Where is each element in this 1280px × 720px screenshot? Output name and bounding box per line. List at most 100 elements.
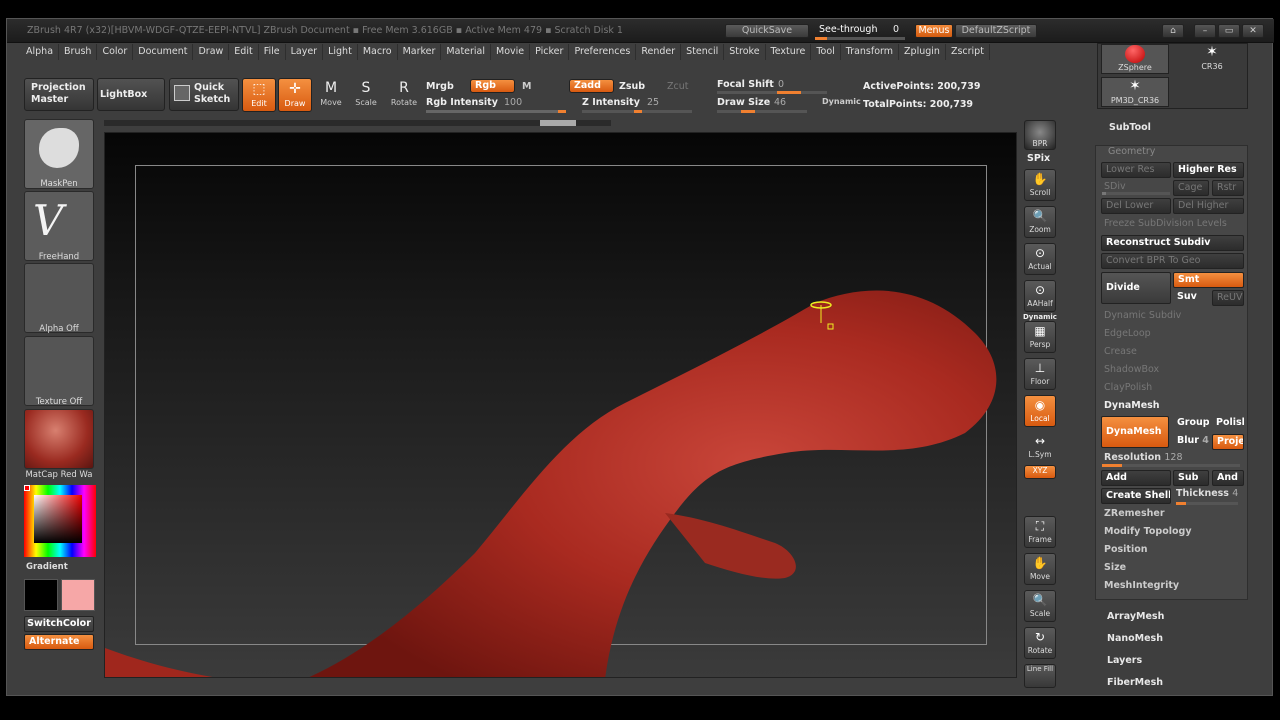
spix-label[interactable]: SPix [1027,153,1050,164]
sdiv-slider[interactable] [1102,192,1170,195]
rotate-button[interactable]: R Rotate [387,78,421,112]
quick-sketch-button[interactable]: Quick Sketch [169,78,239,111]
lsym-button[interactable]: ↔ L.Sym [1024,432,1056,464]
zoom-button[interactable]: 🔍 Zoom [1024,206,1056,238]
smt-button[interactable]: Smt [1173,272,1244,288]
local-button[interactable]: ◉ Local [1024,395,1056,427]
frame-button[interactable]: ⛶ Frame [1024,516,1056,548]
default-zscript-button[interactable]: DefaultZScript [955,24,1037,38]
menu-preferences[interactable]: Preferences [569,44,637,60]
menu-texture[interactable]: Texture [766,44,812,60]
rgb-button[interactable]: Rgb [470,79,515,93]
polish-button[interactable]: Polish [1212,416,1244,432]
edgeloop-section[interactable]: EdgeLoop [1104,328,1151,339]
alternate-button[interactable]: Alternate [24,634,94,650]
lower-res-button[interactable]: Lower Res [1101,162,1171,178]
linefill-button[interactable]: Line Fill [1024,664,1056,688]
menu-layer[interactable]: Layer [286,44,324,60]
zcut-button[interactable]: Zcut [667,81,688,92]
floor-button[interactable]: ⊥ Floor [1024,358,1056,390]
dynamesh-section[interactable]: DynaMesh [1104,400,1160,411]
persp-button[interactable]: ▦ Persp [1024,321,1056,353]
geometry-title[interactable]: Geometry [1108,146,1155,157]
size-section[interactable]: Size [1104,562,1126,573]
mrgb-button[interactable]: Mrgb [426,81,454,92]
pm3d-cr36-tool[interactable]: ✶ PM3D_CR36 [1101,77,1169,107]
menu-color[interactable]: Color [97,44,134,60]
texture-slot[interactable] [24,336,94,406]
scale-view-button[interactable]: 🔍 Scale [1024,590,1056,622]
meshintegrity-section[interactable]: MeshIntegrity [1104,580,1179,591]
dynamic-persp-label[interactable]: Dynamic [1023,313,1057,321]
group-button[interactable]: Group [1173,416,1209,432]
quicksave-button[interactable]: QuickSave [725,24,809,38]
cr36-tool[interactable]: ✶ CR36 [1178,44,1246,74]
higher-res-button[interactable]: Higher Res [1173,162,1244,178]
thickness-label[interactable]: Thickness 4 [1176,488,1238,499]
main-color-swatch[interactable] [24,579,58,611]
menu-zscript[interactable]: Zscript [946,44,990,60]
bpr-button[interactable]: BPR [1024,120,1056,150]
menu-file[interactable]: File [259,44,286,60]
switchcolor-button[interactable]: SwitchColor [24,616,94,632]
scroll-button[interactable]: ✋ Scroll [1024,169,1056,201]
subtool-section[interactable]: SubTool [1109,122,1151,133]
material-slot[interactable] [24,409,94,469]
freeze-subdivision-button[interactable]: Freeze SubDivision Levels [1104,218,1227,229]
resolution-label[interactable]: Resolution 128 [1104,452,1183,463]
menus-button[interactable]: Menus [915,24,953,38]
claypolish-section[interactable]: ClayPolish [1104,382,1152,393]
gradient-label[interactable]: Gradient [7,562,91,572]
sdiv-label[interactable]: SDiv [1104,181,1126,192]
m-button[interactable]: M [522,81,531,92]
actual-button[interactable]: ⊙ Actual [1024,243,1056,275]
menu-brush[interactable]: Brush [59,44,98,60]
nanomesh-section[interactable]: NanoMesh [1107,633,1163,644]
close-icon[interactable]: ✕ [1242,24,1264,38]
del-higher-button[interactable]: Del Higher [1173,198,1244,214]
zremesher-section[interactable]: ZRemesher [1104,508,1165,519]
crease-section[interactable]: Crease [1104,346,1137,357]
menu-picker[interactable]: Picker [530,44,570,60]
dynamic-toggle[interactable]: Dynamic [822,97,861,106]
menu-edit[interactable]: Edit [229,44,259,60]
alpha-slot[interactable] [24,263,94,333]
secondary-color-swatch[interactable] [61,579,95,611]
rgb-intensity-slider[interactable] [426,110,566,113]
maximize-icon[interactable]: ▭ [1218,24,1240,38]
add-button[interactable]: Add [1101,470,1171,486]
position-section[interactable]: Position [1104,544,1148,555]
projection-master-button[interactable]: Projection Master [24,78,94,111]
zsphere-tool[interactable]: ZSphere [1101,44,1169,74]
zsub-button[interactable]: Zsub [619,81,645,92]
menu-render[interactable]: Render [636,44,682,60]
draw-size-slider[interactable] [717,110,807,113]
help-icon[interactable]: ⌂ [1162,24,1184,38]
move-view-button[interactable]: ✋ Move [1024,553,1056,585]
see-through-slider[interactable] [815,37,905,40]
del-lower-button[interactable]: Del Lower [1101,198,1171,214]
modify-topology-section[interactable]: Modify Topology [1104,526,1192,537]
menu-tool[interactable]: Tool [811,44,841,60]
menu-material[interactable]: Material [441,44,492,60]
divide-button[interactable]: Divide [1101,272,1171,304]
rotate-view-button[interactable]: ↻ Rotate [1024,627,1056,659]
menu-macro[interactable]: Macro [358,44,398,60]
and-button[interactable]: And [1212,470,1244,486]
menu-zplugin[interactable]: Zplugin [899,44,946,60]
document-canvas[interactable] [104,132,1017,678]
thickness-slider[interactable] [1176,502,1238,505]
move-button[interactable]: M Move [314,78,348,112]
reuv-button[interactable]: ReUV [1212,290,1244,306]
arraymesh-section[interactable]: ArrayMesh [1107,611,1164,622]
zadd-button[interactable]: Zadd [569,79,614,93]
edit-button[interactable]: ⬚ Edit [242,78,276,112]
lizard-model[interactable] [105,133,1017,678]
create-shell-button[interactable]: Create Shell [1101,488,1171,504]
menu-draw[interactable]: Draw [193,44,230,60]
stroke-slot[interactable]: V [24,191,94,261]
dynamic-subdiv-section[interactable]: Dynamic Subdiv [1104,310,1181,321]
reconstruct-subdiv-button[interactable]: Reconstruct Subdiv [1101,235,1244,251]
menu-movie[interactable]: Movie [491,44,531,60]
menu-marker[interactable]: Marker [398,44,442,60]
